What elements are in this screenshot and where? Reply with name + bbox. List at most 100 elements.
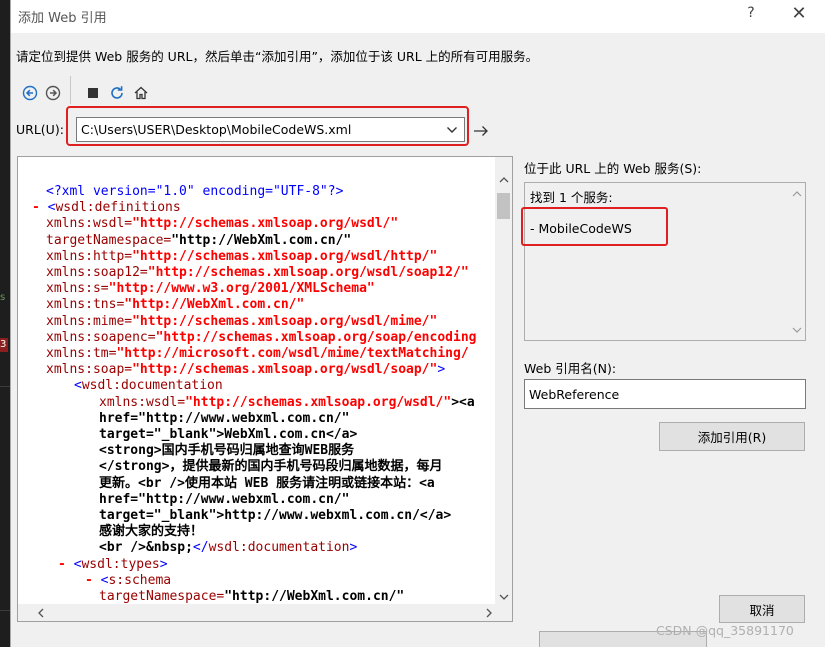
scroll-down-button[interactable] bbox=[788, 321, 805, 338]
scroll-up-button[interactable] bbox=[788, 185, 805, 202]
xml-line: href="http://www.webxml.com.cn/" bbox=[99, 410, 349, 427]
xml-token: - bbox=[32, 200, 48, 216]
xml-token: ><a bbox=[451, 394, 475, 410]
xml-line: 感谢大家的支持！ bbox=[99, 523, 203, 540]
xml-token: xmlns:wsdl= bbox=[99, 394, 186, 410]
xml-token: <br />&nbsp; bbox=[99, 540, 193, 556]
xml-document: <?xml version="1.0" encoding="UTF-8"?> - … bbox=[18, 183, 496, 605]
dialog-title: 添加 Web 引用 bbox=[18, 11, 107, 26]
xml-token: "http://schemas.xmlsoap.org/wsdl/http/" bbox=[132, 248, 438, 264]
url-label: URL(U): bbox=[16, 122, 64, 137]
services-list[interactable]: 找到 1 个服务: - MobileCodeWS bbox=[524, 182, 806, 341]
xml-token: href="http://www.webxml.com.cn/" bbox=[99, 491, 350, 507]
xml-token: s:schema bbox=[108, 572, 172, 588]
forward-button[interactable] bbox=[43, 83, 63, 103]
xml-line: xmlns:wsdl="http://schemas.xmlsoap.org/w… bbox=[99, 394, 475, 411]
refresh-button[interactable] bbox=[107, 83, 127, 103]
xml-token: xmlns:s= bbox=[46, 281, 109, 297]
xml-line: targetNamespace="http://WebXml.com.cn/" bbox=[46, 232, 351, 249]
xml-line: - <wsdl:types> bbox=[58, 556, 168, 573]
home-button[interactable] bbox=[131, 83, 151, 103]
xml-token: "http://WebXml.com.cn/" bbox=[171, 232, 352, 248]
background-editor: s 3 bbox=[0, 0, 10, 647]
xml-line: xmlns:soap12="http://schemas.xmlsoap.org… bbox=[46, 264, 469, 281]
xml-token: < bbox=[74, 378, 82, 394]
xml-token: "http://schemas.xmlsoap.org/wsdl/" bbox=[132, 216, 399, 232]
service-highlight-box bbox=[521, 207, 668, 246]
add-reference-button[interactable]: 添加引用(R) bbox=[659, 422, 805, 451]
xml-token: <?xml version="1.0" encoding="UTF-8"?> bbox=[46, 184, 344, 199]
xml-line: href="http://www.webxml.com.cn/" bbox=[99, 491, 349, 508]
chevron-left-icon bbox=[37, 608, 43, 617]
xml-line: xmlns:s="http://www.w3.org/2001/XMLSchem… bbox=[46, 280, 375, 297]
xml-token: "http://schemas.xmlsoap.org/soap/encodin… bbox=[155, 329, 477, 345]
xml-horizontal-scrollbar[interactable] bbox=[18, 604, 497, 621]
xml-line: targetNamespace="http://WebXml.com.cn/" bbox=[99, 588, 404, 605]
xml-line: 更新。<br />使用本站 WEB 服务请注明或链接本站：<a bbox=[99, 475, 435, 492]
chevron-up-icon bbox=[792, 190, 801, 196]
xml-line: </strong>，提供最新的国内手机号码段归属地数据，每月 bbox=[99, 458, 442, 475]
xml-token: "http://WebXml.com.cn/" bbox=[224, 589, 405, 604]
scroll-left-button[interactable] bbox=[32, 604, 49, 621]
home-icon bbox=[134, 86, 148, 100]
xml-vertical-scrollbar[interactable] bbox=[495, 157, 512, 605]
xml-token: wsdl:types bbox=[81, 556, 160, 572]
scroll-thumb[interactable] bbox=[497, 193, 510, 219]
reference-name-label: Web 引用名(N): bbox=[524, 361, 617, 376]
xml-token: "http://www.w3.org/2001/XMLSchema" bbox=[108, 281, 375, 297]
close-button[interactable]: ✕ bbox=[781, 3, 817, 29]
browser-toolbar bbox=[17, 76, 217, 106]
add-web-reference-dialog: 添加 Web 引用 ? ✕ 请定位到提供 Web 服务的 URL，然后单击“添加… bbox=[10, 0, 825, 647]
chevron-down-icon bbox=[792, 327, 801, 333]
stop-icon bbox=[88, 88, 98, 98]
xml-preview-pane[interactable]: <?xml version="1.0" encoding="UTF-8"?> - … bbox=[17, 156, 513, 622]
xml-token: <strong>国内手机号码归属地查询WEB服务 bbox=[99, 443, 355, 459]
editor-divider bbox=[0, 610, 10, 611]
chevron-up-icon bbox=[499, 176, 508, 182]
url-highlight-box bbox=[66, 106, 469, 146]
xml-token: > bbox=[349, 540, 358, 556]
services-found-text: 找到 1 个服务: bbox=[530, 190, 613, 205]
back-arrow-icon bbox=[22, 85, 38, 101]
xml-token: 感谢大家的支持！ bbox=[99, 524, 204, 540]
scroll-up-button[interactable] bbox=[495, 171, 512, 188]
services-scrollbar[interactable] bbox=[788, 183, 805, 340]
scroll-down-button[interactable] bbox=[495, 588, 512, 605]
xml-token: > bbox=[437, 362, 446, 378]
go-button[interactable] bbox=[472, 124, 490, 138]
help-button[interactable]: ? bbox=[736, 5, 766, 27]
back-button[interactable] bbox=[20, 83, 40, 103]
editor-margin-glyph: s bbox=[0, 292, 6, 303]
xml-token: 更新。<br />使用本站 WEB 服务请注明或链接本站：<a bbox=[99, 475, 435, 491]
xml-token: target="_blank">http://www.webxml.com.cn… bbox=[99, 508, 452, 523]
xml-token: - bbox=[85, 572, 101, 588]
xml-token: targetNamespace= bbox=[99, 589, 225, 604]
xml-line: xmlns:http="http://schemas.xmlsoap.org/w… bbox=[46, 248, 437, 265]
xml-line: xmlns:mime="http://schemas.xmlsoap.org/w… bbox=[46, 313, 437, 330]
xml-token: target="_blank">WebXml.com.cn</a> bbox=[99, 427, 358, 442]
xml-line: xmlns:wsdl="http://schemas.xmlsoap.org/w… bbox=[46, 215, 398, 232]
xml-token: xmlns:soap= bbox=[46, 362, 133, 378]
xml-token: xmlns:tm= bbox=[46, 346, 117, 361]
xml-token: wsdl:documentation bbox=[81, 378, 223, 394]
chevron-down-icon bbox=[499, 594, 508, 600]
xml-line: - <wsdl:definitions bbox=[32, 199, 181, 216]
stop-button[interactable] bbox=[83, 83, 103, 103]
xml-line: xmlns:tm="http://microsoft.com/wsdl/mime… bbox=[46, 345, 469, 362]
reference-name-input[interactable] bbox=[524, 379, 806, 409]
xml-token: xmlns:soapenc= bbox=[46, 329, 156, 345]
toolbar-separator bbox=[70, 76, 71, 104]
scrollbar-corner bbox=[495, 604, 512, 621]
xml-token: - bbox=[58, 556, 74, 572]
xml-line: <strong>国内手机号码归属地查询WEB服务 bbox=[99, 442, 354, 459]
xml-line: xmlns:soap="http://schemas.xmlsoap.org/w… bbox=[46, 361, 445, 378]
watermark: CSDN @qq_35891170 bbox=[656, 623, 794, 638]
xml-token: "http://WebXml.com.cn/" bbox=[124, 297, 305, 313]
xml-token: xmlns:soap12= bbox=[46, 265, 148, 280]
xml-token: xmlns:wsdl= bbox=[46, 216, 133, 232]
xml-token: wsdl:definitions bbox=[55, 200, 181, 216]
xml-line: <?xml version="1.0" encoding="UTF-8"?> bbox=[46, 183, 343, 200]
xml-token: "http://schemas.xmlsoap.org/wsdl/" bbox=[185, 394, 452, 410]
cancel-button[interactable]: 取消 bbox=[719, 595, 805, 623]
services-label: 位于此 URL 上的 Web 服务(S): bbox=[524, 161, 702, 176]
